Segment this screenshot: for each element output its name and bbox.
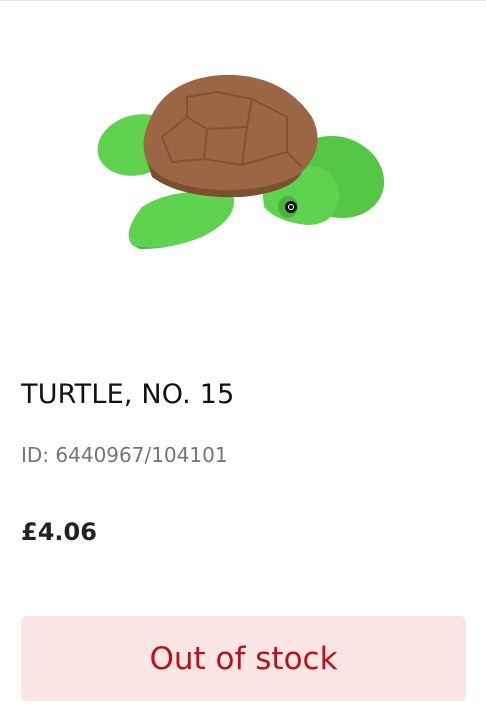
product-title: TURTLE, NO. 15 [21,379,235,410]
product-card: TURTLE, NO. 15 ID: 6440967/104101 £4.06 … [0,0,486,720]
product-price: £4.06 [21,518,97,546]
product-id: ID: 6440967/104101 [21,443,228,467]
product-image[interactable] [92,67,392,267]
out-of-stock-button[interactable]: Out of stock [21,616,466,701]
turtle-image [97,74,385,249]
